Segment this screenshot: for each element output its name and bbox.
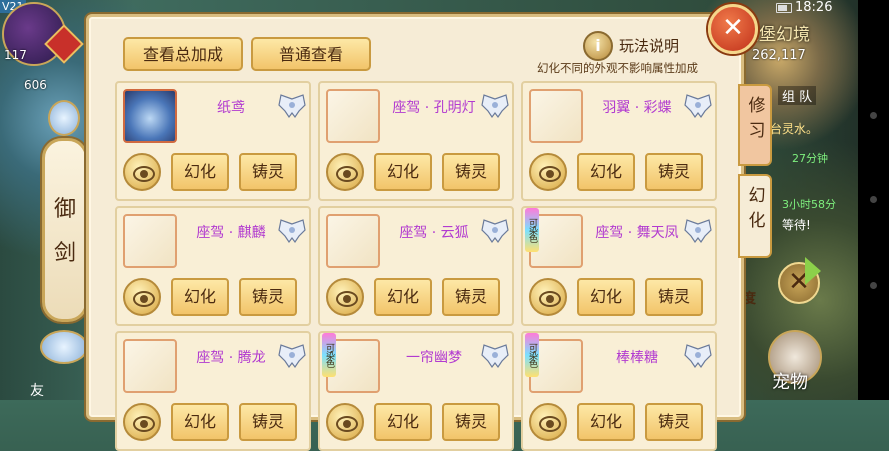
wing-icon [481,94,509,119]
refine-button[interactable]: 铸灵 [442,153,500,191]
transform-button[interactable]: 幻化 [171,278,229,316]
wing-icon [481,219,509,244]
nav-dot-icon [870,112,877,119]
wing-icon [481,344,509,369]
cloud-ornament-icon [48,100,80,136]
transform-button[interactable]: 幻化 [171,153,229,191]
appearance-card[interactable]: 可染色 一帘幽梦幻化 铸灵 [318,331,514,451]
rules-note: 幻化不同的外观不影响属性加成 [537,61,698,75]
system-nav-bar [858,0,889,400]
info-icon[interactable]: i [583,31,613,61]
appearance-name: 羽翼 · 彩蝶 [602,100,672,116]
dyeable-badge: 可染色 [322,333,336,377]
transform-button[interactable]: 幻化 [374,403,432,441]
refine-button[interactable]: 铸灵 [239,278,297,316]
sword-tab-char: 御 [53,197,76,222]
nav-dot-icon [870,196,877,203]
hud-char: 度 [742,291,756,307]
arrow-right-icon[interactable] [805,257,821,285]
tab-transform[interactable]: 幻化 [738,174,772,258]
transform-button[interactable]: 幻化 [577,153,635,191]
appearance-name: 座驾 · 麒麟 [196,225,266,241]
appearance-card[interactable]: 座驾 · 腾龙幻化 铸灵 [115,331,311,451]
appearance-name: 座驾 · 孔明灯 [392,100,476,116]
transform-button[interactable]: 幻化 [374,153,432,191]
wing-icon [278,219,306,244]
appearance-name: 座驾 · 舞天凤 [595,225,679,241]
pet-label: 宠物 [772,372,808,393]
eye-icon[interactable] [326,403,364,441]
tab-sword[interactable]: 御 剑 [42,138,88,322]
battery-icon [776,3,792,13]
appearance-name: 座驾 · 云狐 [399,225,469,241]
chat-line: 3小时58分 [782,198,836,211]
wing-icon [684,344,712,369]
appearance-card[interactable]: 座驾 · 麒麟幻化 铸灵 [115,206,311,326]
appearance-card[interactable]: 羽翼 · 彩蝶幻化 铸灵 [521,81,717,201]
transform-button[interactable]: 幻化 [577,278,635,316]
appearance-thumbnail[interactable] [123,214,177,268]
wing-icon [278,344,306,369]
appearance-name: 棒棒糖 [616,350,658,366]
refine-button[interactable]: 铸灵 [645,403,703,441]
refine-button[interactable]: 铸灵 [442,278,500,316]
wing-icon [684,219,712,244]
normal-view-button[interactable]: 普通查看 [251,37,371,71]
transform-button[interactable]: 幻化 [577,403,635,441]
map-coords: 262,117 [752,48,806,63]
appearance-thumbnail[interactable] [529,89,583,143]
appearance-thumbnail[interactable] [326,214,380,268]
eye-icon[interactable] [326,153,364,191]
wing-icon [278,94,306,119]
friend-label: 友 [30,383,44,399]
chat-line: 27分钟 [792,152,828,165]
nav-dot-icon [870,282,877,289]
eye-icon[interactable] [326,278,364,316]
eye-icon[interactable] [123,278,161,316]
refine-button[interactable]: 铸灵 [239,403,297,441]
appearance-name: 纸鸢 [217,100,245,116]
refine-button[interactable]: 铸灵 [239,153,297,191]
appearance-thumbnail[interactable] [326,89,380,143]
eye-icon[interactable] [123,403,161,441]
dyeable-badge: 可染色 [525,333,539,377]
refine-button[interactable]: 铸灵 [442,403,500,441]
rules-link[interactable]: 玩法说明 [619,35,679,56]
eye-icon[interactable] [529,278,567,316]
appearance-card[interactable]: 可染色 座驾 · 舞天凤幻化 铸灵 [521,206,717,326]
chat-line: 台灵水。 [770,122,819,136]
eye-icon[interactable] [123,153,161,191]
appearance-card[interactable]: 可染色 棒棒糖幻化 铸灵 [521,331,717,451]
refine-button[interactable]: 铸灵 [645,278,703,316]
appearance-card[interactable]: 座驾 · 孔明灯幻化 铸灵 [318,81,514,201]
wing-icon [684,94,712,119]
view-total-bonus-button[interactable]: 查看总加成 [123,37,243,71]
dyeable-badge: 可染色 [525,208,539,252]
transform-panel: 查看总加成 普通查看 i 玩法说明 幻化不同的外观不影响属性加成 纸鸢 幻化 铸灵座… [86,14,821,451]
appearance-card[interactable]: 纸鸢幻化 铸灵 [115,81,311,201]
tab-transform-label: 幻化 [744,186,765,236]
sword-tab-char: 剑 [53,241,76,266]
transform-button[interactable]: 幻化 [171,403,229,441]
player-hp: 606 [24,78,47,92]
status-time: 18:26 [795,0,833,15]
chat-line: 等待! [782,218,811,232]
appearance-card[interactable]: 座驾 · 云狐幻化 铸灵 [318,206,514,326]
tab-practice[interactable]: 修习 [738,84,772,166]
appearance-name: 一帘幽梦 [406,350,462,366]
player-level: 117 [4,48,27,62]
eye-icon[interactable] [529,403,567,441]
eye-icon[interactable] [529,153,567,191]
tab-practice-label: 修习 [744,96,765,146]
team-button[interactable]: 组 队 [778,86,817,105]
appearance-thumbnail[interactable] [123,89,177,143]
close-button[interactable]: ✕ [708,4,758,54]
refine-button[interactable]: 铸灵 [645,153,703,191]
appearance-thumbnail[interactable] [123,339,177,393]
cloud-ornament-icon [40,330,88,364]
transform-button[interactable]: 幻化 [374,278,432,316]
appearance-name: 座驾 · 腾龙 [196,350,266,366]
